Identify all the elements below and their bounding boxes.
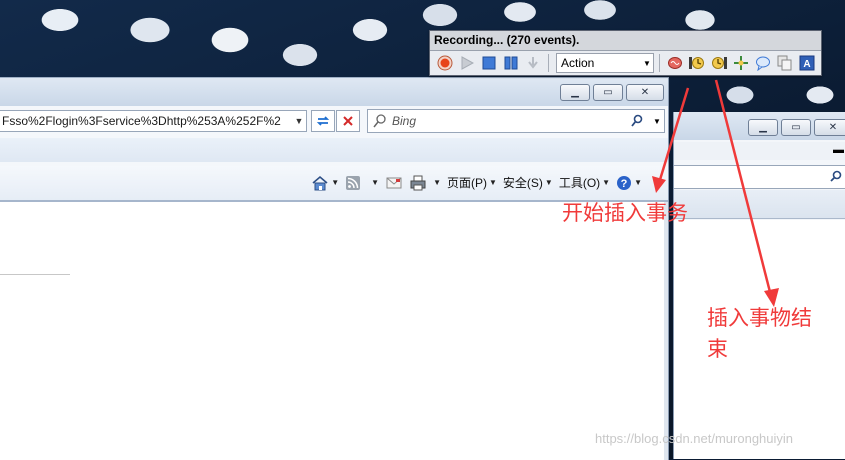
annotation-start-transaction: 开始插入事务: [562, 201, 688, 225]
annotation-arrows: [652, 79, 779, 307]
arrow-start-line: [657, 87, 690, 184]
annotation-end-transaction: 插入事物结束: [707, 306, 812, 361]
arrow-end-line: [714, 79, 773, 297]
watermark: https://blog.csdn.net/muronghuiyin: [595, 431, 794, 446]
arrow-start-head: [652, 176, 666, 193]
